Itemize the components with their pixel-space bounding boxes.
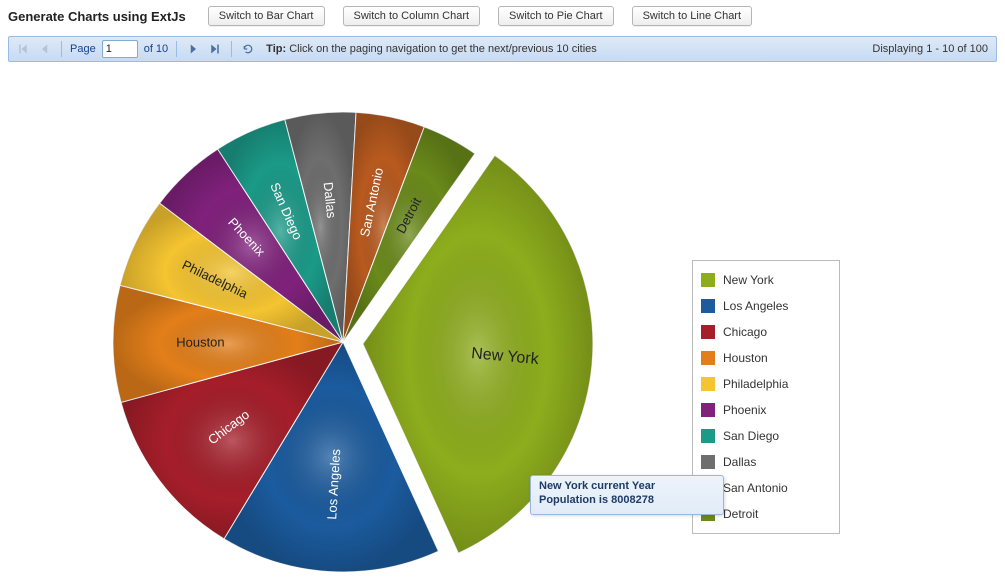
last-page-icon bbox=[209, 43, 221, 55]
legend-swatch bbox=[701, 455, 715, 469]
page-title: Generate Charts using ExtJs bbox=[8, 9, 186, 24]
switch-line-chart-button[interactable]: Switch to Line Chart bbox=[632, 6, 752, 26]
page-total-label: of 10 bbox=[144, 43, 168, 55]
switch-column-chart-button[interactable]: Switch to Column Chart bbox=[343, 6, 481, 26]
legend-label: Detroit bbox=[723, 507, 758, 521]
legend-label: Dallas bbox=[723, 455, 756, 469]
refresh-button[interactable] bbox=[240, 41, 256, 57]
legend-label: San Diego bbox=[723, 429, 779, 443]
legend-label: New York bbox=[723, 273, 774, 287]
next-page-icon bbox=[187, 43, 199, 55]
legend-swatch bbox=[701, 429, 715, 443]
first-page-button[interactable] bbox=[15, 41, 31, 57]
prev-page-icon bbox=[39, 43, 51, 55]
pie-chart: New York Los Angeles Chicago Houston Philade… bbox=[8, 62, 1005, 582]
switch-pie-chart-button[interactable]: Switch to Pie Chart bbox=[498, 6, 614, 26]
toolbar-separator bbox=[176, 41, 177, 57]
legend-swatch bbox=[701, 377, 715, 391]
legend-item[interactable]: Dallas bbox=[701, 449, 831, 475]
legend-item[interactable]: Houston bbox=[701, 345, 831, 371]
refresh-icon bbox=[242, 43, 254, 55]
pie-slice-label: Houston bbox=[176, 334, 225, 349]
displaying-label: Displaying 1 - 10 of 100 bbox=[872, 43, 990, 55]
chart-tooltip: New York current Year Population is 8008… bbox=[530, 475, 724, 515]
legend-label: San Antonio bbox=[723, 481, 788, 495]
legend-item[interactable]: Philadelphia bbox=[701, 371, 831, 397]
chart-tooltip-text: New York current Year Population is 8008… bbox=[539, 480, 655, 506]
legend-label: Philadelphia bbox=[723, 377, 788, 391]
prev-page-button[interactable] bbox=[37, 41, 53, 57]
page-number-input[interactable] bbox=[102, 40, 138, 58]
paging-tip-label: Tip: bbox=[266, 43, 286, 55]
legend-item[interactable]: New York bbox=[701, 267, 831, 293]
legend-swatch bbox=[701, 351, 715, 365]
legend-item[interactable]: Chicago bbox=[701, 319, 831, 345]
legend-swatch bbox=[701, 325, 715, 339]
paging-tip: Tip: Click on the paging navigation to g… bbox=[266, 43, 597, 55]
toolbar-separator bbox=[231, 41, 232, 57]
legend-label: Phoenix bbox=[723, 403, 766, 417]
legend-swatch bbox=[701, 299, 715, 313]
legend-swatch bbox=[701, 403, 715, 417]
legend-swatch bbox=[701, 273, 715, 287]
legend-label: Houston bbox=[723, 351, 768, 365]
next-page-button[interactable] bbox=[185, 41, 201, 57]
page-label: Page bbox=[70, 43, 96, 55]
switch-bar-chart-button[interactable]: Switch to Bar Chart bbox=[208, 6, 325, 26]
legend-item[interactable]: Los Angeles bbox=[701, 293, 831, 319]
first-page-icon bbox=[17, 43, 29, 55]
header-row: Generate Charts using ExtJs Switch to Ba… bbox=[8, 6, 997, 26]
paging-tip-text: Click on the paging navigation to get th… bbox=[289, 43, 597, 55]
last-page-button[interactable] bbox=[207, 41, 223, 57]
legend-label: Los Angeles bbox=[723, 299, 788, 313]
legend-item[interactable]: Phoenix bbox=[701, 397, 831, 423]
chart-area: New York Los Angeles Chicago Houston Philade… bbox=[8, 62, 997, 582]
paging-toolbar: Page of 10 Tip: Click on the paging navi… bbox=[8, 36, 997, 62]
legend-label: Chicago bbox=[723, 325, 767, 339]
legend-item[interactable]: San Diego bbox=[701, 423, 831, 449]
toolbar-separator bbox=[61, 41, 62, 57]
